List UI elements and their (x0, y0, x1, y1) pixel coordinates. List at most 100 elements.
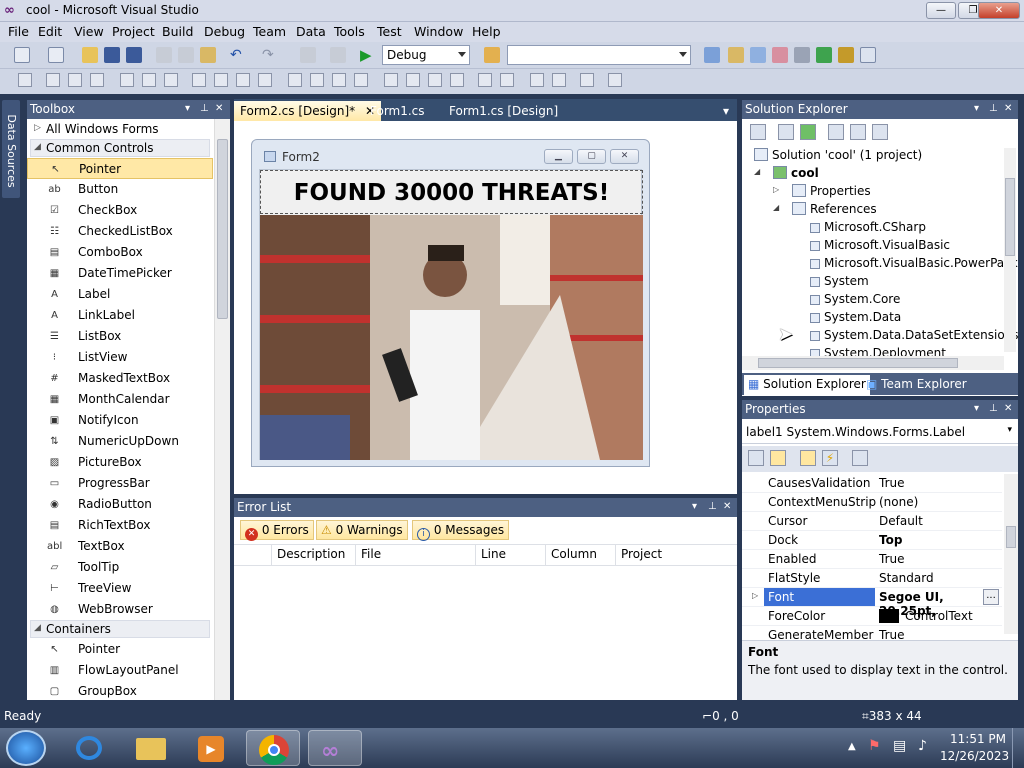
tab-solution-explorer[interactable]: ▦ Solution Explorer (744, 375, 870, 395)
toolbox-group-containers[interactable]: ◢ Containers (30, 620, 210, 638)
se-vertical-scrollbar[interactable] (1004, 148, 1016, 352)
messages-filter-button[interactable]: i 0 Messages (412, 520, 510, 541)
props-scroll-thumb[interactable] (1006, 526, 1016, 548)
toolbox-item-webbrowser[interactable]: ◍ WebBrowser (27, 599, 213, 620)
collapse-icon[interactable]: ◢ (773, 203, 779, 212)
refresh-icon[interactable] (800, 124, 816, 140)
toolbox-item-label[interactable]: A Label (27, 284, 213, 305)
toolbox-item-numericupdown[interactable]: ⇅ NumericUpDown (27, 431, 213, 452)
save-all-icon[interactable] (126, 47, 142, 63)
minimize-button[interactable]: — (926, 2, 956, 19)
center-vertically-icon[interactable] (500, 73, 514, 87)
se-hscroll-thumb[interactable] (758, 358, 958, 368)
toolbox-item-checkedlistbox[interactable]: ☷ CheckedListBox (27, 221, 213, 242)
find-in-files-icon[interactable] (484, 47, 500, 63)
alphabetical-icon[interactable] (770, 450, 786, 466)
align-to-grid-icon[interactable] (18, 73, 32, 87)
toolbox-item-button[interactable]: ab Button (27, 179, 213, 200)
object-selector-arrow-icon[interactable]: ▾ (1007, 425, 1012, 435)
increase-v-spacing-icon[interactable] (406, 73, 420, 87)
property-value[interactable]: True (879, 476, 905, 490)
toolbox-item-notifyicon[interactable]: ▣ NotifyIcon (27, 410, 213, 431)
object-browser-icon[interactable] (750, 47, 766, 63)
action-center-icon[interactable]: ⚑ (868, 738, 881, 754)
column-description[interactable]: Description (272, 545, 356, 565)
clock-time[interactable]: 11:51 PM (950, 732, 1006, 746)
vertical-spacing-icon[interactable] (384, 73, 398, 87)
view-code-icon[interactable] (828, 124, 844, 140)
align-bottoms-icon[interactable] (164, 73, 178, 87)
menu-build[interactable]: Build (162, 24, 193, 39)
properties-view-icon[interactable] (800, 450, 816, 466)
property-value[interactable]: ControlText (879, 609, 973, 623)
toolbox-dropdown-icon[interactable]: ▾ (185, 103, 190, 114)
new-project-icon[interactable] (14, 47, 30, 63)
errors-filter-button[interactable]: ✕ 0 Errors (240, 520, 314, 541)
property-value[interactable]: Default (879, 514, 923, 528)
toolbox-close-icon[interactable]: ✕ (215, 103, 223, 114)
remove-h-spacing-icon[interactable] (354, 73, 368, 87)
tab-form1-design[interactable]: Form1.cs [Design] (443, 101, 564, 121)
error-list-pin-icon[interactable]: ⊥ (708, 501, 717, 512)
visual-studio-taskbar-icon[interactable]: ∞ (308, 730, 362, 766)
decrease-h-spacing-icon[interactable] (332, 73, 346, 87)
props-scrollbar[interactable] (1004, 474, 1018, 634)
toolbox-item-pointer[interactable]: ↖ Pointer (27, 639, 213, 660)
menu-file[interactable]: File (8, 24, 29, 39)
tab-form2-design[interactable]: Form2.cs [Design]* ✕ (234, 101, 382, 121)
toolbox-item-combobox[interactable]: ▤ ComboBox (27, 242, 213, 263)
picturebox-warehouse-image[interactable] (260, 215, 643, 460)
bring-to-front-icon[interactable] (530, 73, 544, 87)
toolbox-item-listbox[interactable]: ☰ ListBox (27, 326, 213, 347)
cut-icon[interactable] (156, 47, 172, 63)
menu-help[interactable]: Help (472, 24, 501, 39)
toolbox-item-richtextbox[interactable]: ▤ RichTextBox (27, 515, 213, 536)
property-row-cursor[interactable]: Cursor Default (742, 512, 1002, 531)
toolbox-item-linklabel[interactable]: A LinkLabel (27, 305, 213, 326)
toolbox-item-monthcalendar[interactable]: ▦ MonthCalendar (27, 389, 213, 410)
se-horizontal-scrollbar[interactable] (742, 356, 1004, 370)
menu-project[interactable]: Project (112, 24, 155, 39)
toolbox-icon[interactable] (772, 47, 788, 63)
lock-controls-icon[interactable] (608, 73, 622, 87)
menu-data[interactable]: Data (296, 24, 326, 39)
expand-icon[interactable]: ▷ (773, 185, 779, 194)
reference-item[interactable]: Microsoft.CSharp (810, 220, 926, 234)
toolbox-group-common[interactable]: ◢ Common Controls (30, 139, 210, 157)
label1[interactable]: FOUND 30000 THREATS! (260, 170, 643, 214)
network-icon[interactable]: ▤ (893, 738, 906, 754)
property-value[interactable]: Top (879, 533, 902, 547)
solution-configuration-select[interactable]: Debug (382, 45, 470, 65)
form2-window[interactable]: Form2 ▁ ▢ ✕ FOUND 30000 THREATS! (251, 139, 650, 467)
reference-item[interactable]: System (810, 274, 869, 288)
props-dropdown-icon[interactable]: ▾ (974, 403, 979, 414)
tab-team-explorer[interactable]: ▣ Team Explorer (862, 375, 971, 395)
show-hidden-icons-icon[interactable]: ▲ (848, 741, 856, 752)
toolbox-group-all[interactable]: ▷ All Windows Forms (30, 120, 210, 138)
designer-surface[interactable]: Form2 ▁ ▢ ✕ FOUND 30000 THREATS! (234, 121, 737, 494)
align-middles-icon[interactable] (142, 73, 156, 87)
tab-order-icon[interactable] (580, 73, 594, 87)
toolbox-scrollbar[interactable] (214, 119, 230, 700)
column-line[interactable]: Line (476, 545, 546, 565)
properties-window-icon[interactable] (728, 47, 744, 63)
se-pin-icon[interactable]: ⊥ (989, 103, 998, 114)
column-file[interactable]: File (356, 545, 476, 565)
column-icon[interactable] (234, 545, 272, 565)
toolbox-item-checkbox[interactable]: ☑ CheckBox (27, 200, 213, 221)
increase-h-spacing-icon[interactable] (310, 73, 324, 87)
toolbox-item-textbox[interactable]: abl TextBox (27, 536, 213, 557)
tab-overflow-icon[interactable]: ▾ (717, 101, 735, 121)
collapse-icon[interactable]: ◢ (754, 167, 760, 176)
start-button-icon[interactable] (6, 730, 46, 766)
view-designer-icon[interactable] (850, 124, 866, 140)
make-same-size-icon[interactable] (236, 73, 250, 87)
align-centers-icon[interactable] (68, 73, 82, 87)
warnings-filter-button[interactable]: ⚠ 0 Warnings (316, 520, 408, 540)
align-rights-icon[interactable] (90, 73, 104, 87)
object-selector[interactable]: label1 System.Windows.Forms.Label ▾ (742, 422, 1018, 444)
property-row-font[interactable]: ▷... Font Segoe UI, 20.25pt, (742, 588, 1002, 618)
navigate-forward-icon[interactable] (330, 47, 346, 63)
reference-item[interactable]: System.Data.DataSetExtensions (810, 328, 1019, 342)
property-value[interactable]: Standard (879, 571, 934, 585)
